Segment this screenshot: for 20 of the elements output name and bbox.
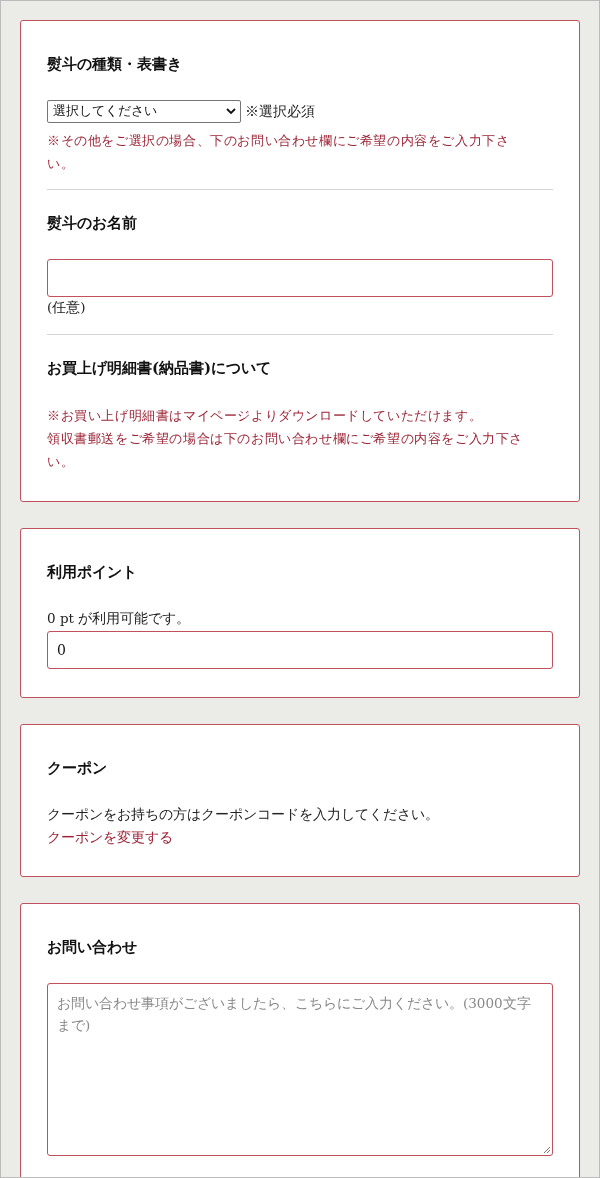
input-field[interactable]: 0	[47, 631, 553, 669]
chevron-down-icon	[226, 108, 236, 115]
notice-text: 領収書郵送をご希望の場合は下のお問い合わせ欄にご希望の内容をご入力下さい。	[47, 430, 524, 471]
section-heading: 利用ポイント	[47, 563, 138, 582]
info-text: 0 pt が利用可能です。	[47, 609, 191, 628]
notice-text: ※お買い上げ明細書はマイページよりダウンロードしていただけます。	[47, 407, 484, 425]
required-label: ※選択必須	[245, 102, 315, 121]
info-text: (任意)	[47, 298, 86, 317]
section-heading: お買上げ明細書(納品書)について	[47, 359, 273, 378]
notice-text: ※その他をご選択の場合、下のお問い合わせ欄にご希望の内容をご入力下さい。	[47, 132, 511, 173]
dropdown-select[interactable]: 選択してください	[47, 100, 241, 123]
section-heading: クーポン	[47, 759, 108, 778]
section-heading: 熨斗の種類・表書き	[47, 55, 183, 74]
change-coupon-link[interactable]: クーポンを変更する	[47, 827, 173, 848]
info-text: クーポンをお持ちの方はクーポンコードを入力してください。	[47, 805, 439, 824]
section-heading: お問い合わせ	[47, 938, 138, 957]
resize-grip-icon	[543, 1146, 551, 1154]
section-heading: 熨斗のお名前	[47, 214, 138, 233]
input-field[interactable]	[47, 259, 553, 297]
inquiry-textarea[interactable]: お問い合わせ事項がございましたら、こちらにご入力ください。(3000文字まで)	[47, 983, 553, 1156]
